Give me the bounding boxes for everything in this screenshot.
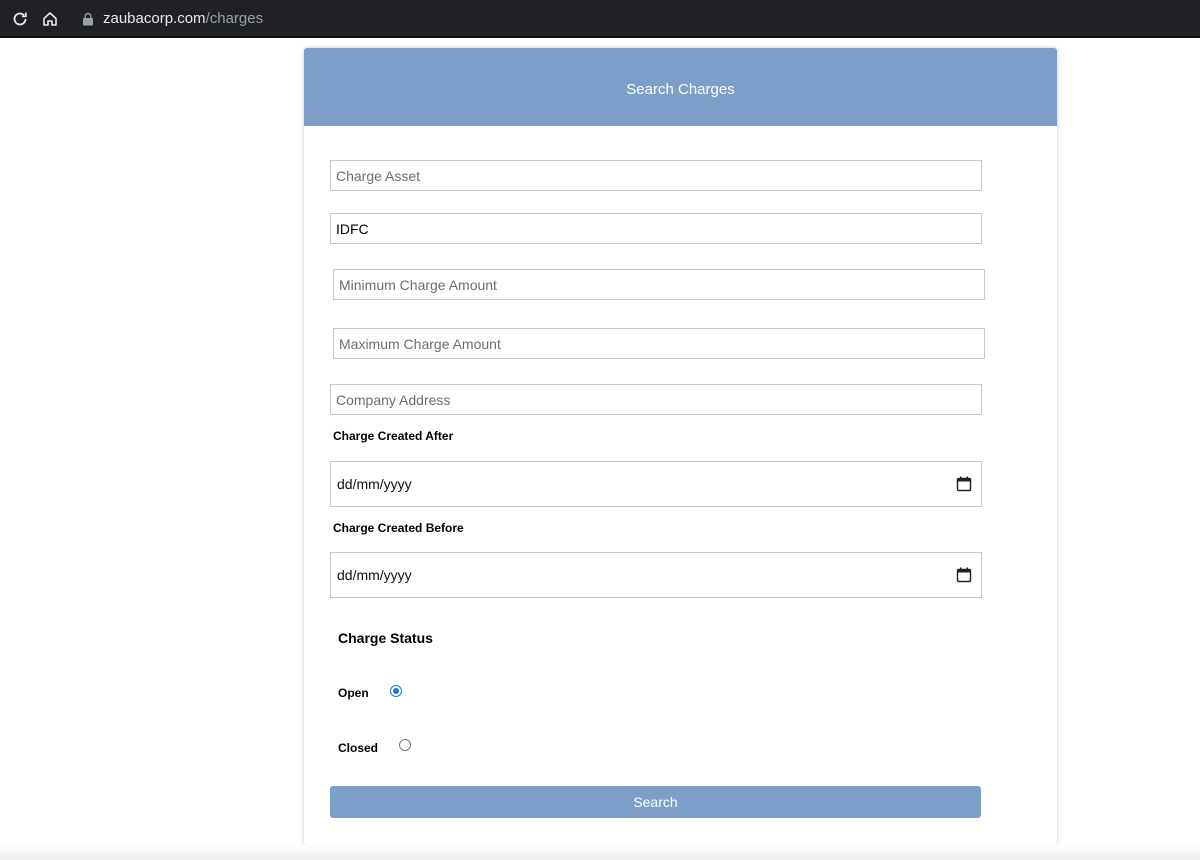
url-path: /charges — [205, 10, 264, 27]
created-before-date-input[interactable]: dd/mm/yyyy — [330, 552, 982, 598]
reload-icon[interactable] — [10, 9, 30, 29]
status-closed-radio[interactable] — [399, 739, 411, 751]
created-after-date-input[interactable]: dd/mm/yyyy — [330, 461, 982, 507]
address-bar[interactable]: zaubacorp.com/charges — [103, 10, 263, 28]
created-before-label: Charge Created Before — [333, 521, 464, 535]
status-closed-label: Closed — [338, 741, 379, 755]
calendar-icon[interactable] — [956, 567, 972, 583]
browser-toolbar: zaubacorp.com/charges — [0, 0, 1200, 38]
url-domain: zaubacorp.com — [103, 10, 206, 27]
created-after-label: Charge Created After — [333, 429, 454, 443]
lock-icon — [83, 12, 93, 26]
max-charge-amount-input[interactable] — [333, 328, 985, 359]
min-charge-amount-input[interactable] — [333, 269, 985, 300]
created-before-date-value: dd/mm/yyyy — [337, 567, 412, 583]
company-address-input[interactable] — [330, 384, 982, 415]
search-button[interactable]: Search — [330, 786, 981, 818]
window-bottom-edge — [0, 845, 1200, 860]
status-open-radio[interactable] — [390, 685, 402, 697]
charge-status-heading: Charge Status — [338, 630, 433, 646]
home-icon[interactable] — [40, 9, 60, 29]
status-open-label: Open — [338, 686, 369, 700]
charge-asset-input[interactable] — [330, 160, 982, 191]
created-after-date-value: dd/mm/yyyy — [337, 476, 412, 492]
calendar-icon[interactable] — [956, 476, 972, 492]
card-title: Search Charges — [304, 48, 1057, 126]
charge-holder-input[interactable] — [330, 213, 982, 244]
